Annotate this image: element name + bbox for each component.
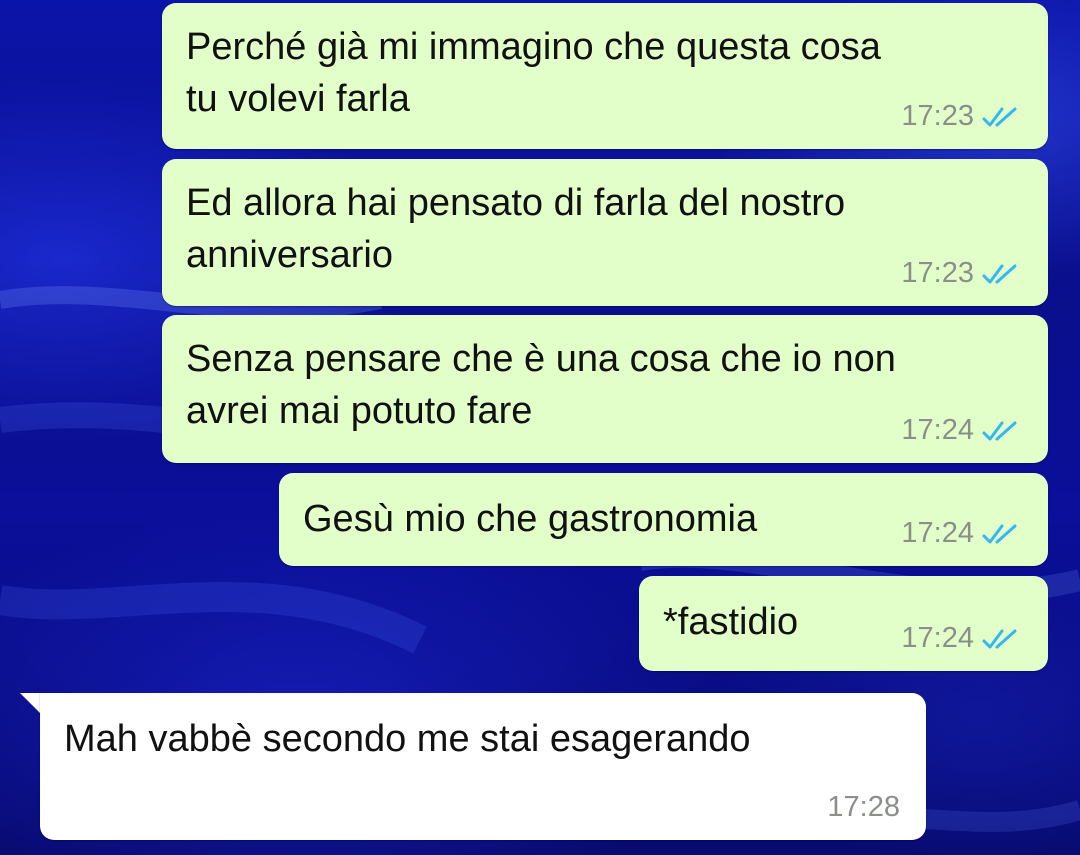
- message-meta: 17:24: [901, 414, 1022, 447]
- message-bubble-outgoing[interactable]: Ed allora hai pensato di farla del nostr…: [162, 159, 1048, 306]
- double-check-read-icon: [982, 524, 1017, 543]
- message-text: Perché già mi immagino che questa cosa t…: [186, 26, 881, 120]
- message-text: Mah vabbè secondo me stai esagerando: [64, 718, 751, 760]
- message-bubble-incoming[interactable]: Mah vabbè secondo me stai esagerando 17:…: [40, 693, 926, 840]
- message-text: *fastidio: [663, 601, 799, 643]
- message-bubble-outgoing[interactable]: Gesù mio che gastronomia 17:24: [279, 473, 1048, 566]
- message-bubble-outgoing[interactable]: Senza pensare che è una cosa che io non …: [162, 315, 1048, 463]
- double-check-read-icon: [982, 421, 1017, 440]
- message-time: 17:24: [901, 622, 974, 654]
- message-text: Gesù mio che gastronomia: [303, 498, 758, 540]
- message-bubble-outgoing[interactable]: *fastidio 17:24: [639, 576, 1048, 671]
- message-time: 17:24: [901, 414, 974, 446]
- message-meta: 17:24: [901, 517, 1022, 550]
- message-time: 17:23: [901, 100, 974, 132]
- message-time: 17:28: [827, 791, 900, 823]
- message-time: 17:23: [901, 257, 974, 289]
- double-check-read-icon: [982, 264, 1017, 283]
- message-meta: 17:23: [901, 257, 1022, 290]
- message-meta: 17:23: [901, 100, 1022, 133]
- double-check-read-icon: [982, 107, 1017, 126]
- message-time: 17:24: [901, 517, 974, 549]
- message-text: Senza pensare che è una cosa che io non …: [186, 338, 896, 432]
- message-meta: 17:24: [901, 622, 1022, 655]
- double-check-read-icon: [982, 629, 1017, 648]
- incoming-bubble-tail: [20, 693, 42, 715]
- message-text: Ed allora hai pensato di farla del nostr…: [186, 182, 846, 276]
- message-meta: 17:28: [827, 791, 900, 824]
- message-bubble-outgoing[interactable]: Perché già mi immagino che questa cosa t…: [162, 3, 1048, 149]
